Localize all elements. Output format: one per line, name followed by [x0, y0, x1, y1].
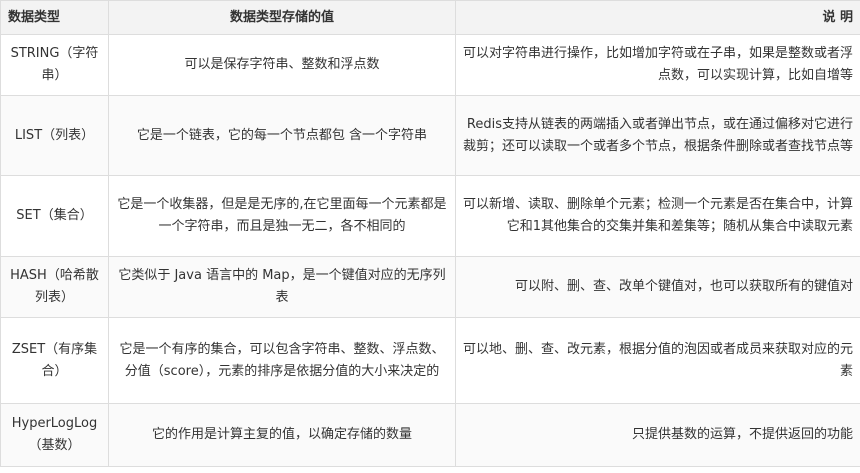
cell-description: 可以附、删、查、改单个键值对，也可以获取所有的键值对 [455, 256, 860, 318]
cell-description: 只提供基数的运算，不提供返回的功能 [455, 403, 860, 467]
cell-type: ZSET（有序集合） [0, 317, 109, 404]
cell-description: Redis支持从链表的两端插入或者弹出节点，或在通过偏移对它进行裁剪；还可以读取… [455, 95, 860, 176]
cell-value: 可以是保存字符串、整数和浮点数 [108, 34, 456, 96]
header-value: 数据类型存储的值 [108, 0, 456, 35]
table-row: HASH（哈希散列表） 它类似于 Java 语言中的 Map，是一个键值对应的无… [0, 256, 860, 318]
cell-description: 可以对字符串进行操作，比如增加字符或在子串，如果是整数或者浮点数，可以实现计算，… [455, 34, 860, 96]
cell-value: 它类似于 Java 语言中的 Map，是一个键值对应的无序列表 [108, 256, 456, 318]
cell-type: LIST（列表） [0, 95, 109, 176]
header-row: 数据类型 数据类型存储的值 说 明 [0, 0, 860, 35]
cell-type: SET（集合） [0, 175, 109, 257]
page: 数据类型 数据类型存储的值 说 明 STRING（字符串） 可以是保存字符串、整… [0, 0, 860, 473]
header-description: 说 明 [455, 0, 860, 35]
cell-value: 它的作用是计算主复的值，以确定存储的数量 [108, 403, 456, 467]
cell-type: HyperLogLog（基数） [0, 403, 109, 467]
table-row: SET（集合） 它是一个收集器，但是是无序的,在它里面每一个元素都是一个字符串，… [0, 175, 860, 257]
table-row: LIST（列表） 它是一个链表，它的每一个节点都包 含一个字符串 Redis支持… [0, 95, 860, 176]
cell-value: 它是一个链表，它的每一个节点都包 含一个字符串 [108, 95, 456, 176]
cell-description: 可以新增、读取、删除单个元素；检测一个元素是否在集合中，计算它和1其他集合的交集… [455, 175, 860, 257]
table-row: STRING（字符串） 可以是保存字符串、整数和浮点数 可以对字符串进行操作，比… [0, 34, 860, 96]
cell-value: 它是一个有序的集合，可以包含字符串、整数、浮点数、分值（score），元素的排序… [108, 317, 456, 404]
cell-value: 它是一个收集器，但是是无序的,在它里面每一个元素都是一个字符串，而且是独一无二，… [108, 175, 456, 257]
table-row: HyperLogLog（基数） 它的作用是计算主复的值，以确定存储的数量 只提供… [0, 403, 860, 467]
redis-data-types-table: 数据类型 数据类型存储的值 说 明 STRING（字符串） 可以是保存字符串、整… [0, 0, 860, 467]
header-type: 数据类型 [0, 0, 109, 35]
cell-type: HASH（哈希散列表） [0, 256, 109, 318]
cell-description: 可以地、删、查、改元素，根据分值的泡因或者成员来获取对应的元素 [455, 317, 860, 404]
cell-type: STRING（字符串） [0, 34, 109, 96]
table-row: ZSET（有序集合） 它是一个有序的集合，可以包含字符串、整数、浮点数、分值（s… [0, 317, 860, 404]
